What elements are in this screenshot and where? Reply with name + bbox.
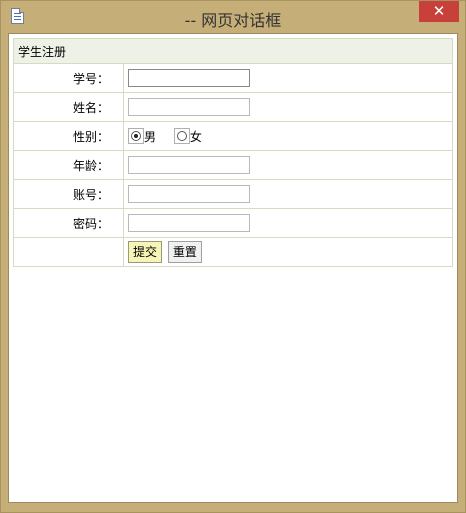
name-label: 姓名： bbox=[13, 92, 124, 122]
form-header: 学生注册 bbox=[13, 38, 453, 64]
student-id-input[interactable] bbox=[128, 69, 250, 87]
row-age: 年龄： bbox=[13, 150, 453, 180]
registration-form: 学生注册 学号： 姓名： 性别： 男 女 年龄： 账号： 密码： 提交 重置 bbox=[13, 38, 453, 267]
submit-button[interactable]: 提交 bbox=[128, 241, 163, 263]
window-title: -- 网页对话框 bbox=[184, 11, 282, 30]
close-button[interactable]: ✕ bbox=[419, 1, 459, 22]
radio-checked-icon bbox=[131, 131, 141, 141]
account-label: 账号： bbox=[13, 179, 124, 209]
row-name: 姓名： bbox=[13, 92, 453, 122]
name-input[interactable] bbox=[128, 98, 250, 116]
gender-female-radio[interactable] bbox=[173, 128, 190, 144]
password-input[interactable] bbox=[128, 214, 250, 232]
row-password: 密码： bbox=[13, 208, 453, 238]
reset-button[interactable]: 重置 bbox=[167, 241, 202, 263]
radio-unchecked-icon bbox=[176, 131, 187, 141]
age-input[interactable] bbox=[128, 156, 250, 174]
row-account: 账号： bbox=[13, 179, 453, 209]
gender-male-label: 男 bbox=[144, 129, 157, 144]
row-actions: 提交 重置 bbox=[13, 237, 453, 267]
dialog-content: 学生注册 学号： 姓名： 性别： 男 女 年龄： 账号： 密码： 提交 重置 bbox=[8, 33, 458, 503]
account-input[interactable] bbox=[128, 185, 250, 203]
dialog-window: -- 网页对话框 ✕ 学生注册 学号： 姓名： 性别： 男 女 年龄： 账号： … bbox=[0, 0, 466, 513]
password-label: 密码： bbox=[13, 208, 124, 238]
student-id-label: 学号： bbox=[13, 63, 124, 93]
gender-female-label: 女 bbox=[189, 129, 202, 144]
row-gender: 性别： 男 女 bbox=[13, 121, 453, 151]
gender-label: 性别： bbox=[13, 121, 124, 151]
gender-male-radio[interactable] bbox=[128, 128, 144, 144]
actions-spacer bbox=[13, 237, 124, 267]
age-label: 年龄： bbox=[13, 150, 124, 180]
row-student-id: 学号： bbox=[13, 63, 453, 93]
title-bar: -- 网页对话框 ✕ bbox=[1, 1, 465, 33]
